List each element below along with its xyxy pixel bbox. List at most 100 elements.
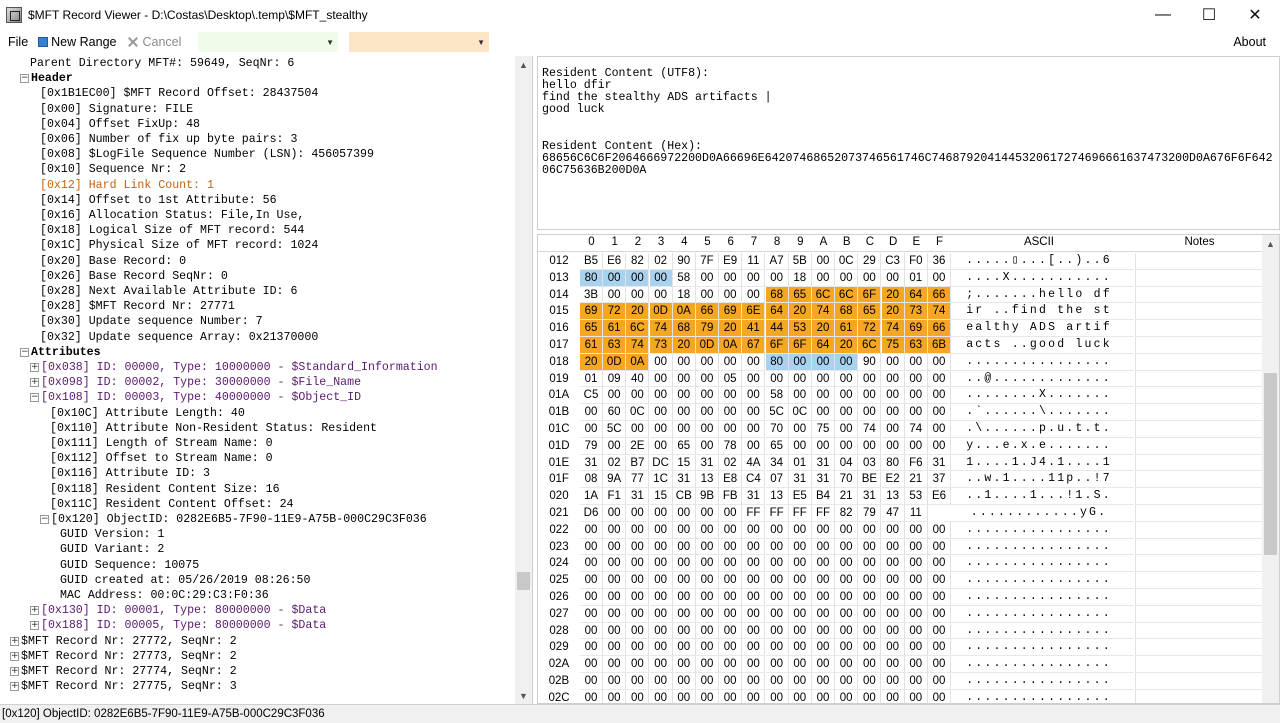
hex-byte[interactable]: 00 [696,572,719,589]
hex-byte[interactable]: 00 [858,269,882,287]
hex-byte[interactable]: 09 [603,370,627,388]
hex-byte[interactable]: 40 [626,370,650,388]
hex-byte[interactable]: 5C [765,404,789,421]
hex-byte[interactable]: 6C [835,286,859,304]
hex-byte[interactable]: 00 [812,353,835,371]
hex-byte[interactable]: 13 [881,488,905,505]
hex-byte[interactable]: 00 [649,656,673,673]
hex-byte[interactable]: 00 [765,269,789,287]
tree-node[interactable]: [0x1B1EC00] $MFT Record Offset: 28437504 [40,86,318,101]
hex-byte[interactable]: 00 [719,689,743,703]
hex-byte[interactable]: 00 [881,639,905,657]
hex-byte[interactable]: 00 [626,689,650,703]
tree-node[interactable]: MAC Address: 00:0C:29:C3:F0:36 [60,588,269,603]
hex-byte[interactable]: 00 [672,656,696,673]
hex-byte[interactable]: 04 [835,454,859,472]
hex-byte[interactable]: 00 [649,521,673,539]
hex-byte[interactable]: 00 [858,555,882,573]
hex-byte[interactable]: C4 [742,471,766,489]
hex-byte[interactable]: 6E [742,303,766,321]
hex-byte[interactable]: 65 [858,303,882,321]
hex-byte[interactable]: 64 [765,303,789,321]
hex-byte[interactable]: B7 [626,454,650,472]
hex-byte[interactable]: 69 [580,303,603,321]
hex-byte[interactable]: 5C [603,421,627,438]
hex-byte[interactable]: 00 [696,421,719,438]
expand-icon[interactable]: + [30,363,39,372]
hex-byte[interactable]: 00 [812,622,835,640]
hex-byte[interactable]: 18 [788,269,812,287]
collapse-icon[interactable]: − [20,347,29,357]
hex-byte[interactable]: 00 [881,589,905,606]
tree-node[interactable]: [0x10C] Attribute Length: 40 [50,406,245,421]
hex-byte[interactable]: 00 [742,639,766,657]
hex-notes-cell[interactable] [1135,605,1264,623]
hex-byte[interactable]: 00 [580,538,603,556]
tree-node[interactable]: [0x20] Base Record: 0 [40,254,186,269]
hex-byte[interactable]: 65 [765,437,789,455]
hex-byte[interactable]: 58 [672,269,696,287]
hex-byte[interactable]: 01 [580,370,603,388]
hex-byte[interactable]: 0C [788,404,812,421]
hex-byte[interactable]: 00 [649,572,673,589]
hex-byte[interactable]: 20 [812,320,835,337]
tree-node[interactable]: [0x30] Update sequence Number: 7 [40,314,263,329]
hex-byte[interactable]: F1 [603,488,627,505]
hex-byte[interactable]: 00 [765,673,789,690]
hex-byte[interactable]: 00 [719,269,743,287]
hex-byte[interactable]: 00 [742,421,766,438]
hex-byte[interactable]: 00 [719,538,743,556]
hex-byte[interactable]: 00 [881,404,905,421]
hex-byte[interactable]: 00 [812,269,835,287]
hex-byte[interactable]: 00 [649,286,673,304]
hex-byte[interactable]: 00 [835,387,859,405]
hex-byte[interactable]: 00 [603,572,627,589]
tree-node[interactable]: GUID Sequence: 10075 [60,558,199,573]
tree-node[interactable]: [0x118] Resident Content Size: 16 [50,482,280,497]
hex-byte[interactable]: 00 [881,622,905,640]
hex-byte[interactable]: 00 [719,656,743,673]
hex-byte[interactable]: 00 [788,656,812,673]
hex-byte[interactable]: 4A [742,454,766,472]
hex-row[interactable]: 02B 00 00 00 00 00 00 00 00 00 00 00 00 00 00 00 00.....… [538,673,1264,690]
hex-byte[interactable]: 00 [742,689,766,703]
hex-byte[interactable]: 68 [835,303,859,321]
hex-byte[interactable]: 44 [765,320,789,337]
hex-byte[interactable]: 00 [904,605,928,623]
hex-byte[interactable]: 31 [672,471,696,489]
hex-byte[interactable]: 00 [649,622,673,640]
hex-byte[interactable]: 00 [812,253,835,270]
hex-byte[interactable]: D6 [580,505,603,522]
hex-byte[interactable]: 00 [603,286,627,304]
hex-byte[interactable]: 00 [812,538,835,556]
hex-byte[interactable]: 74 [649,320,673,337]
hex-byte[interactable]: 00 [858,639,882,657]
hex-byte[interactable]: 31 [626,488,650,505]
hex-byte[interactable]: DC [649,454,673,472]
scroll-up-icon[interactable]: ▲ [515,56,532,73]
hex-byte[interactable]: 00 [649,538,673,556]
hex-byte[interactable]: 31 [742,488,766,505]
hex-byte[interactable]: 00 [835,521,859,539]
hex-byte[interactable]: E8 [719,471,743,489]
hex-byte[interactable]: 00 [766,689,789,703]
tree-node[interactable]: [0x110] Attribute Non-Resident Status: R… [50,421,377,436]
hex-byte[interactable]: E6 [603,253,627,270]
hex-byte[interactable]: 00 [858,521,882,539]
hex-byte[interactable]: 00 [904,538,928,556]
hex-byte[interactable]: 00 [603,387,627,405]
hex-notes-cell[interactable] [1135,269,1264,287]
hex-byte[interactable]: 0A [626,353,650,371]
tree-node[interactable]: + $MFT Record Nr: 27774, SeqNr: 2 [10,664,237,679]
hex-byte[interactable]: 00 [742,538,766,556]
hex-byte[interactable]: 00 [719,622,743,640]
hex-byte[interactable]: 00 [603,622,627,640]
hex-byte[interactable]: 00 [765,639,789,657]
hex-byte[interactable]: 00 [580,555,603,573]
hex-byte[interactable]: 29 [858,253,882,270]
hex-byte[interactable]: 00 [696,622,719,640]
hex-byte[interactable]: 00 [719,286,743,304]
hex-byte[interactable]: 00 [812,589,835,606]
hex-byte[interactable]: 70 [765,421,789,438]
hex-view[interactable]: 0 1 2 3 4 5 6 7 8 9 A B C D E F ASCII Notes 012 B5 E6 82 02 90… [537,234,1280,704]
